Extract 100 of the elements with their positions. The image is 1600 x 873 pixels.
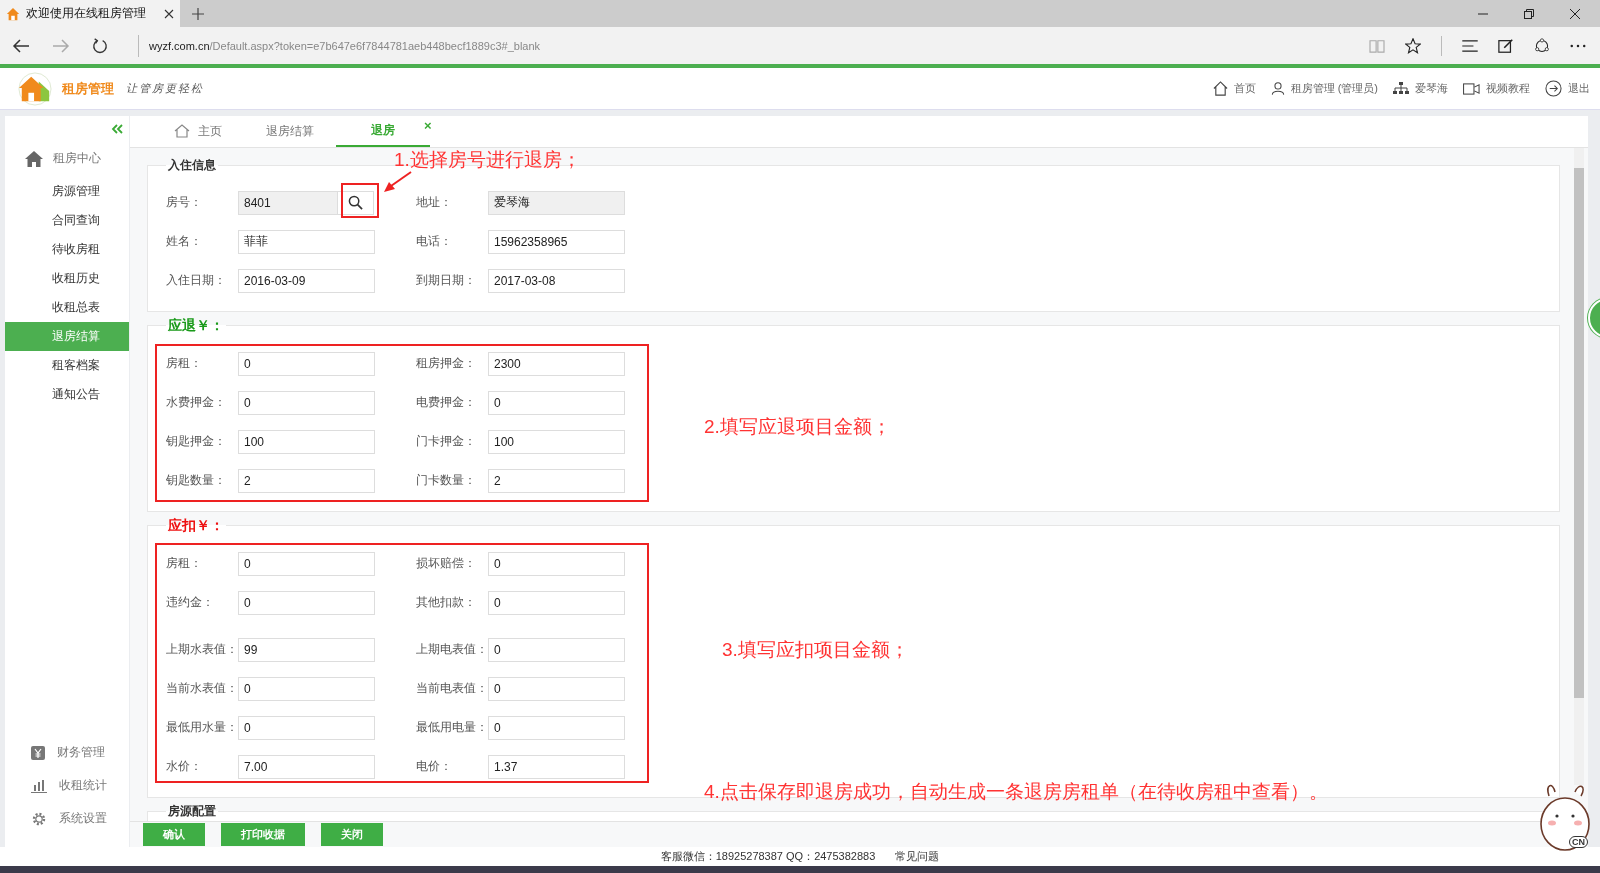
- close-icon[interactable]: [1570, 8, 1580, 19]
- input-field[interactable]: 0: [488, 637, 625, 662]
- input-field[interactable]: 99: [238, 637, 375, 662]
- highlight-frame: [341, 183, 379, 218]
- field-label: 违约金：: [166, 595, 215, 611]
- input-field[interactable]: 0: [238, 551, 375, 576]
- field-label: 入住日期：: [166, 273, 227, 289]
- sidebar-item[interactable]: 房源管理: [5, 177, 129, 206]
- field-label: 当前水表值：: [166, 681, 238, 697]
- field-label: 钥匙数量：: [166, 473, 227, 489]
- input-field[interactable]: 0: [238, 390, 375, 415]
- field-label: 水费押金：: [166, 395, 227, 411]
- faq-link[interactable]: 常见问题: [895, 849, 940, 864]
- scrollbar-thumb[interactable]: [1574, 167, 1584, 698]
- field-label: 房租：: [166, 556, 203, 572]
- input-field[interactable]: 15962358965: [488, 229, 625, 254]
- user-icon: [1270, 81, 1285, 96]
- home-icon: [1212, 81, 1228, 96]
- section-title: 应退￥：: [167, 316, 225, 335]
- input-field[interactable]: 0: [488, 551, 625, 576]
- share-icon[interactable]: [1534, 37, 1550, 54]
- field-label: 租房押金：: [416, 356, 477, 372]
- nav-link[interactable]: 视频教程: [1463, 80, 1530, 97]
- field-label: 房号：: [166, 195, 203, 211]
- sidebar-item[interactable]: 通知公告: [5, 380, 129, 409]
- input-field[interactable]: 100: [238, 429, 375, 454]
- input-field[interactable]: 2016-03-09: [238, 268, 375, 293]
- more-icon[interactable]: [1570, 43, 1586, 48]
- field-label: 上期电表值：: [416, 642, 488, 658]
- pen-note-icon[interactable]: [1498, 37, 1514, 54]
- bar-chart-icon: [31, 778, 47, 793]
- section-title: 入住信息: [167, 156, 217, 174]
- nav-link[interactable]: 租房管理 (管理员): [1270, 80, 1378, 97]
- input-field[interactable]: 0: [488, 590, 625, 615]
- sidebar-item[interactable]: 租客档案: [5, 351, 129, 380]
- page-tab[interactable]: 退房结算: [244, 116, 336, 147]
- refresh-icon[interactable]: [92, 37, 108, 54]
- field-label: 钥匙押金：: [166, 434, 227, 450]
- annotation-text: 2.填写应退项目金额；: [704, 415, 891, 439]
- sidebar-item[interactable]: 收租历史: [5, 264, 129, 293]
- section-title: 应扣￥：: [167, 516, 225, 535]
- house-logo-icon: [18, 71, 52, 106]
- field-label: 电价：: [416, 759, 453, 775]
- input-field[interactable]: 菲菲: [238, 229, 375, 254]
- input-field[interactable]: 0: [238, 590, 375, 615]
- page-tab[interactable]: 主页: [152, 116, 244, 147]
- restore-icon[interactable]: [1524, 8, 1534, 19]
- menu-icon[interactable]: [1462, 39, 1478, 52]
- section-title: 房源配置: [167, 802, 217, 820]
- yen-icon: [31, 745, 45, 760]
- nav-link[interactable]: 退出: [1545, 80, 1590, 97]
- annotation-text: 4.点击保存即退房成功，自动生成一条退房房租单（在待收房租中查看）。: [704, 780, 1328, 804]
- settings-icon: [31, 810, 47, 827]
- input-field[interactable]: 0: [488, 676, 625, 701]
- input-field[interactable]: 2: [488, 468, 625, 493]
- scrollbar[interactable]: [1574, 147, 1584, 786]
- annotation-text: 3.填写应扣项目金额；: [722, 638, 909, 662]
- input-field[interactable]: 0: [238, 676, 375, 701]
- back-icon[interactable]: [12, 37, 30, 54]
- input-field[interactable]: 0: [238, 351, 375, 376]
- sitemap-icon: [1393, 81, 1409, 96]
- field-label: 上期水表值：: [166, 642, 238, 658]
- field-label: 水价：: [166, 759, 203, 775]
- input-field[interactable]: 7.00: [238, 754, 375, 779]
- sidebar-item[interactable]: 合同查询: [5, 206, 129, 235]
- new-tab-icon[interactable]: [192, 7, 204, 20]
- sidebar-group[interactable]: 收租统计: [59, 777, 107, 794]
- search-icon: [348, 195, 363, 211]
- field-label: 最低用水量：: [166, 720, 238, 736]
- sidebar-group[interactable]: 财务管理: [57, 744, 105, 761]
- sidebar-item[interactable]: 收租总表: [5, 293, 129, 322]
- sidebar-heading[interactable]: 租房中心: [53, 150, 101, 167]
- close-icon[interactable]: [164, 8, 174, 19]
- brand-name: 租房管理: [62, 79, 114, 98]
- star-icon[interactable]: [1405, 37, 1421, 54]
- field-label: 房租：: [166, 356, 203, 372]
- input-field[interactable]: 2017-03-08: [488, 268, 625, 293]
- field-label: 地址：: [416, 195, 453, 211]
- annotation-arrow: [382, 171, 412, 195]
- field-label: 姓名：: [166, 234, 203, 250]
- input-field[interactable]: 2300: [488, 351, 625, 376]
- video-camera-icon: [1463, 82, 1480, 95]
- home-icon: [25, 150, 43, 167]
- input-field[interactable]: 0: [488, 715, 625, 740]
- collapse-icon[interactable]: [111, 124, 123, 134]
- input-field[interactable]: 100: [488, 429, 625, 454]
- slogan: 让管房更轻松: [126, 81, 204, 96]
- field-label: 电费押金：: [416, 395, 477, 411]
- input-field[interactable]: 0: [488, 390, 625, 415]
- nav-link[interactable]: 首页: [1212, 80, 1256, 97]
- home-icon: [174, 124, 190, 139]
- sidebar-group[interactable]: 系统设置: [59, 810, 107, 827]
- search-button[interactable]: [338, 190, 374, 215]
- browser-tab[interactable]: 欢迎使用在线租房管理: [0, 0, 180, 27]
- input-field[interactable]: 0: [238, 715, 375, 740]
- input-field[interactable]: 1.37: [488, 754, 625, 779]
- input-field[interactable]: 2: [238, 468, 375, 493]
- nav-link[interactable]: 爱琴海: [1393, 80, 1448, 97]
- address-field[interactable]: wyzf.com.cn/Default.aspx?token=e7b647e6f7844781aeb448becf1889c3#_blank: [138, 34, 541, 57]
- sidebar-item[interactable]: 待收房租: [5, 235, 129, 264]
